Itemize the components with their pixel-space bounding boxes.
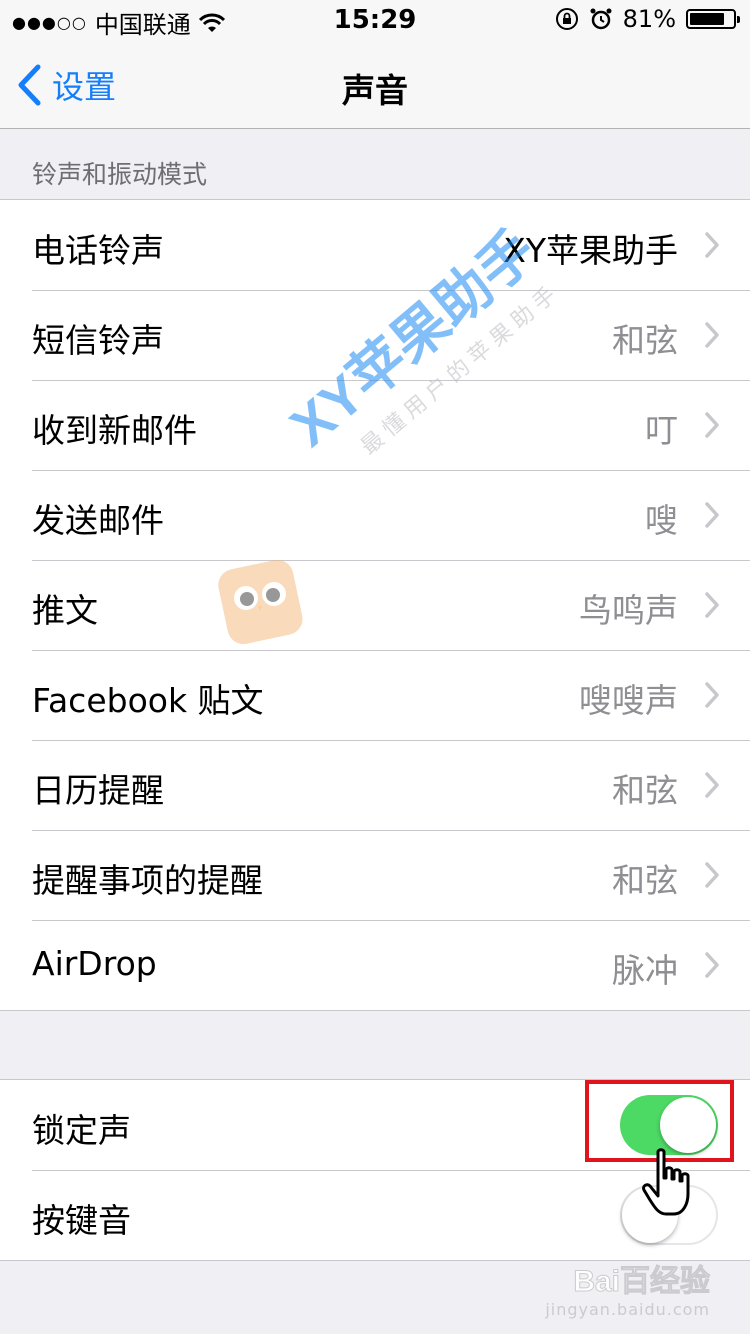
row-label: 锁定声 <box>32 1111 131 1150</box>
status-right: 81% <box>555 5 740 33</box>
battery-percent: 81% <box>622 5 676 33</box>
sound-row-phone[interactable]: 电话铃声 XY苹果助手 <box>0 200 750 290</box>
alarm-icon <box>590 8 612 30</box>
sound-row-calendar[interactable]: 日历提醒 和弦 <box>0 740 750 830</box>
row-value: 和弦 <box>612 771 678 810</box>
row-label: Facebook 贴文 <box>32 681 264 720</box>
chevron-right-icon <box>705 772 719 798</box>
row-value: 嗖 <box>645 501 678 540</box>
row-value: 鸟鸣声 <box>579 591 678 630</box>
battery-icon <box>686 9 740 29</box>
sound-row-facebook[interactable]: Facebook 贴文 嗖嗖声 <box>0 650 750 740</box>
chevron-right-icon <box>705 592 719 618</box>
row-label: 发送邮件 <box>32 501 164 540</box>
chevron-right-icon <box>705 412 719 438</box>
row-value: 和弦 <box>612 861 678 900</box>
baidu-logo-text: Bai百经验 <box>573 1265 711 1299</box>
row-value: 嗖嗖声 <box>579 681 678 720</box>
battery-fill <box>690 13 725 25</box>
chevron-right-icon <box>705 502 719 528</box>
hand-pointer-icon <box>642 1148 690 1216</box>
sound-row-tweet[interactable]: 推文 鸟鸣声 <box>0 560 750 650</box>
owl-logo-icon <box>218 559 303 645</box>
baidu-watermark: Bai百经验 jingyan.baidu.com <box>545 1256 711 1320</box>
section-header: 铃声和振动模式 <box>32 160 208 189</box>
row-value: 脉冲 <box>612 951 678 990</box>
chevron-right-icon <box>705 322 719 348</box>
row-label: 电话铃声 <box>32 231 164 270</box>
row-label: 推文 <box>32 591 98 630</box>
page-title: 声音 <box>342 71 408 110</box>
row-label: 按键音 <box>32 1201 131 1240</box>
row-label: 提醒事项的提醒 <box>32 861 263 900</box>
chevron-right-icon <box>705 952 719 978</box>
chevron-right-icon <box>705 682 719 708</box>
rotation-lock-icon <box>555 8 578 30</box>
sound-row-sent-mail[interactable]: 发送邮件 嗖 <box>0 470 750 560</box>
status-bar: ●●●○○ 中国联通 15:29 81% <box>0 0 750 40</box>
chevron-right-icon <box>705 232 719 258</box>
sound-row-airdrop[interactable]: AirDrop 脉冲 <box>0 920 750 1010</box>
row-value: 叮 <box>645 411 678 450</box>
row-value: 和弦 <box>612 321 678 360</box>
row-label: 收到新邮件 <box>32 411 197 450</box>
row-label: AirDrop <box>32 944 157 983</box>
keyboard-click-row: 按键音 <box>0 1170 750 1260</box>
chevron-right-icon <box>705 862 719 888</box>
navigation-bar: 设置 声音 <box>0 40 750 129</box>
row-label: 短信铃声 <box>32 321 164 360</box>
sound-row-reminders[interactable]: 提醒事项的提醒 和弦 <box>0 830 750 920</box>
row-label: 日历提醒 <box>32 771 164 810</box>
baidu-url: jingyan.baidu.com <box>545 1300 710 1319</box>
